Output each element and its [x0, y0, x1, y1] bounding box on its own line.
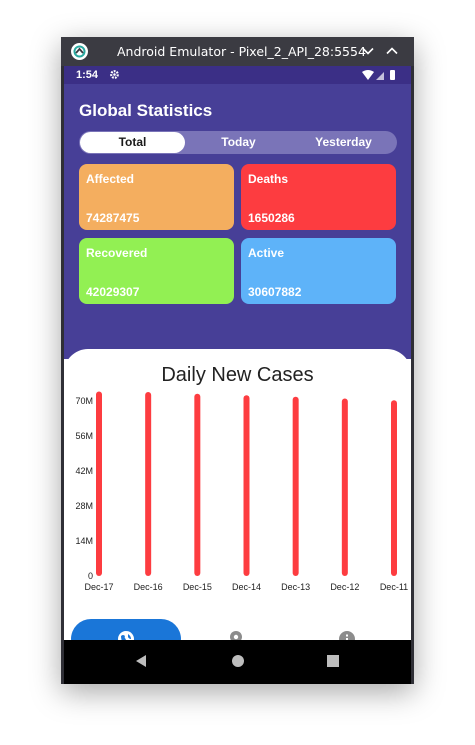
card-active: Active 30607882 [241, 238, 396, 304]
page-title: Global Statistics [79, 101, 213, 120]
daily-cases-chart: 0 14M 28M 42M 56M 70M Dec-17 Dec-16 Dec-15 Dec-14… [75, 391, 408, 592]
wifi-icon [362, 70, 374, 80]
stats-header: Global Statistics Total Today Yesterday … [64, 84, 411, 359]
x-tick-label: Dec-17 [84, 582, 113, 592]
chart-panel: Daily New Cases 0 14M 28M 42M 56M 70M Dec-17 De… [64, 349, 411, 684]
status-bar: 1:54 [64, 66, 411, 84]
card-value: 1650286 [248, 211, 295, 225]
phone-screen: 1:54 Global Statistics Total Today Yeste… [64, 66, 411, 684]
card-label: Recovered [86, 246, 148, 260]
status-icons [361, 69, 401, 84]
chart-bar [341, 398, 348, 576]
y-tick-label: 70M [75, 396, 93, 406]
card-label: Active [248, 246, 285, 260]
chevron-up-icon[interactable] [384, 43, 400, 59]
battery-icon [390, 70, 395, 80]
card-value: 30607882 [248, 285, 302, 299]
status-time: 1:54 [76, 69, 99, 81]
card-value: 42029307 [86, 285, 140, 299]
card-affected: Affected 74287475 [79, 164, 234, 230]
back-icon[interactable] [133, 653, 149, 669]
x-tick-label: Dec-13 [281, 582, 310, 592]
y-tick-label: 0 [88, 571, 93, 581]
android-nav-bar [64, 640, 411, 684]
settings-gear-icon [109, 69, 120, 83]
tab-yesterday[interactable]: Yesterday [291, 132, 396, 153]
home-icon[interactable] [230, 653, 246, 669]
x-tick-label: Dec-12 [330, 582, 359, 592]
chart-bar [292, 396, 299, 576]
y-tick-label: 28M [75, 501, 93, 511]
y-tick-label: 42M [75, 466, 93, 476]
y-tick-label: 56M [75, 431, 93, 441]
window-title: Android Emulator - Pixel_2_API_28:5554 [117, 44, 366, 59]
card-label: Deaths [248, 172, 289, 186]
emulator-logo-icon [71, 43, 88, 60]
chart-bar [194, 393, 201, 576]
tab-today[interactable]: Today [186, 132, 291, 153]
card-label: Affected [86, 172, 135, 186]
recents-icon[interactable] [325, 653, 341, 669]
x-tick-label: Dec-15 [183, 582, 212, 592]
chart-bar [243, 395, 250, 576]
chart-bar [391, 400, 397, 576]
x-tick-label: Dec-11 [380, 582, 408, 592]
signal-icon [376, 72, 384, 80]
tab-total[interactable]: Total [80, 132, 185, 153]
chart-bar [145, 392, 152, 576]
x-tick-label: Dec-16 [134, 582, 163, 592]
y-tick-label: 14M [75, 536, 93, 546]
card-value: 74287475 [86, 211, 140, 225]
window-titlebar[interactable]: Android Emulator - Pixel_2_API_28:5554 [61, 37, 414, 66]
period-tabs: Total Today Yesterday [79, 131, 397, 154]
chart-bar [96, 391, 102, 576]
card-deaths: Deaths 1650286 [241, 164, 396, 230]
emulator-window: Android Emulator - Pixel_2_API_28:5554 1… [61, 37, 414, 684]
chevron-down-icon[interactable] [360, 43, 376, 59]
x-tick-label: Dec-14 [232, 582, 261, 592]
card-recovered: Recovered 42029307 [79, 238, 234, 304]
